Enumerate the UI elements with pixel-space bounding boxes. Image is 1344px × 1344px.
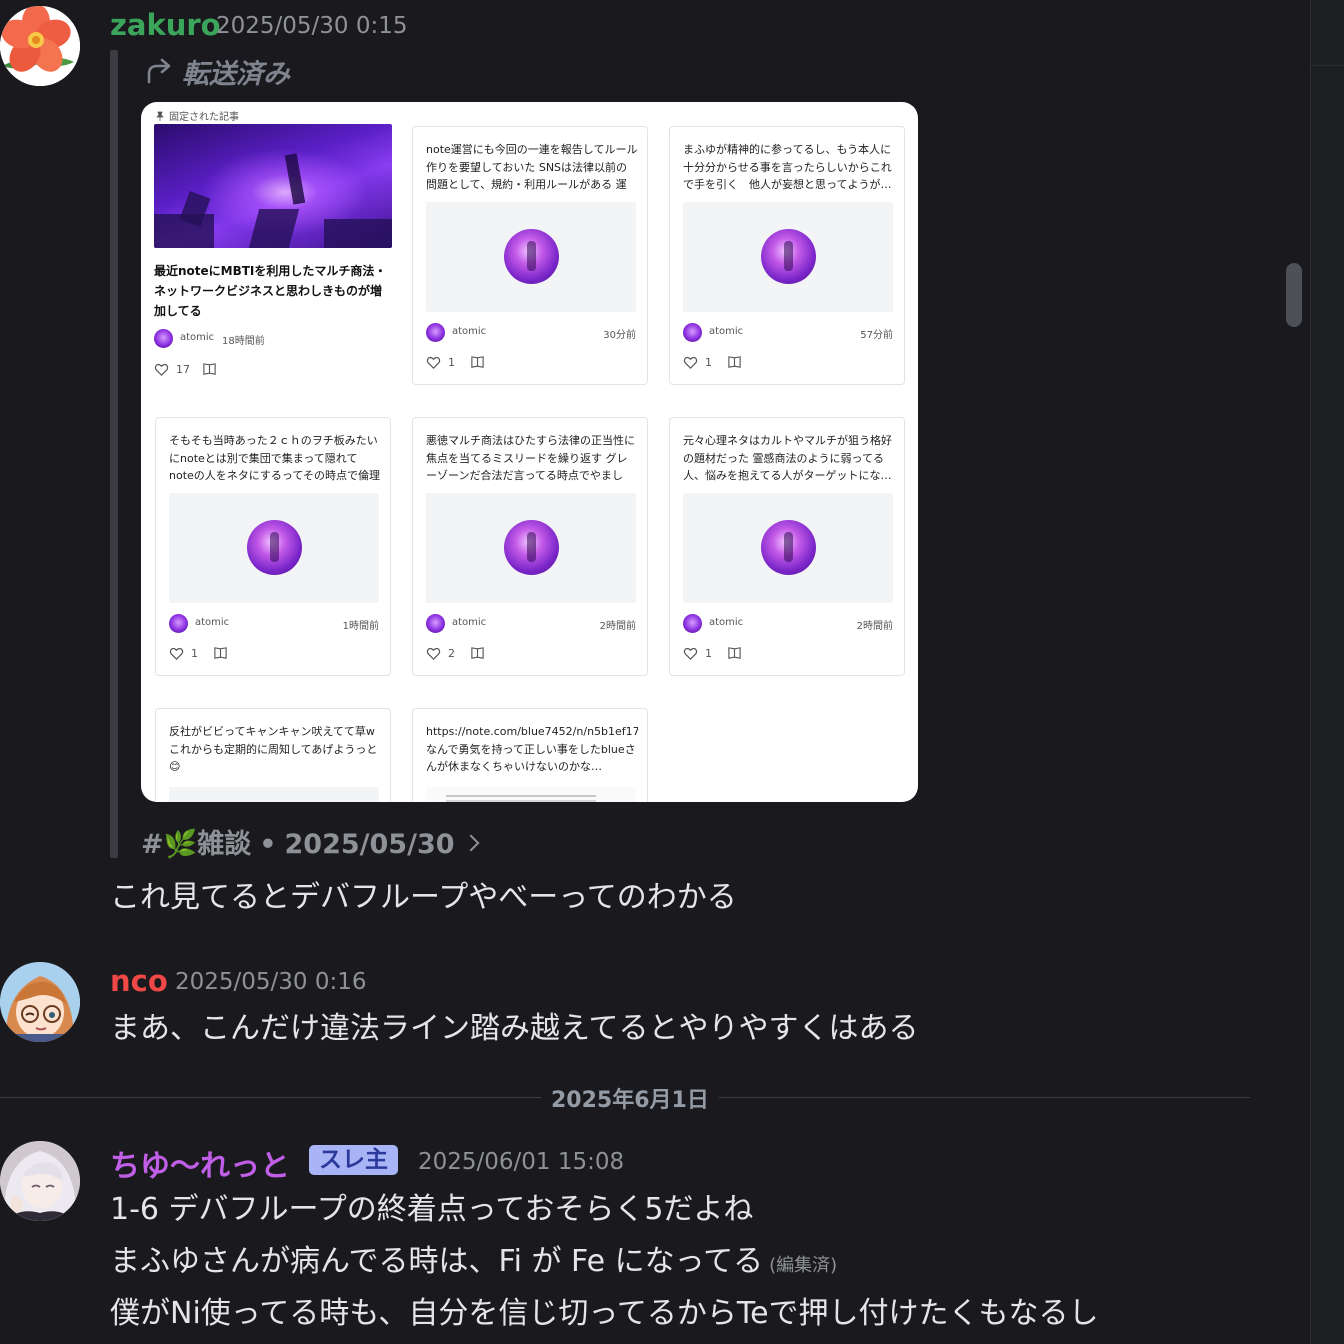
pin-icon (156, 111, 164, 121)
message-line-2: まふゆさんが病んでる時は、Fi が Fe になってる (編集済) (110, 1236, 837, 1280)
bookmark-icon (471, 647, 484, 659)
like-count: 17 (176, 363, 190, 376)
article-excerpt: 悪徳マルチ商法はひたすら法律の正当性に焦点を当てるミスリードを繰り返す グレーゾ… (426, 434, 635, 482)
thread-owner-badge: スレ主 (309, 1145, 398, 1175)
author-name: atomic (452, 617, 487, 628)
rail-divider (1311, 65, 1344, 66)
article-card[interactable]: まふゆが精神的に参ってるし、もう本人に十分分からせる事を言ったらしいからこれで手… (669, 126, 905, 385)
article-thumbnail (169, 787, 379, 802)
author-row: atomic 57分前 (683, 323, 893, 343)
bookmark-icon (471, 356, 484, 368)
author-row: atomic 1時間前 (169, 614, 379, 634)
author-name: atomic (709, 617, 744, 628)
scrollbar-thumb[interactable] (1286, 263, 1302, 327)
avatar-nco[interactable] (0, 962, 80, 1042)
featured-article-image (154, 124, 392, 248)
article-card[interactable]: そもそも当時あった２ｃｈのヲチ板みたいにnoteとは別で集団で集まって隠れてno… (155, 417, 391, 676)
forwarded-image-embed[interactable]: 固定された記事 最近noteにMBTIを利用したマルチ商法・ネットワークビジネス… (141, 102, 918, 802)
edited-label: (編集済) (769, 1255, 838, 1276)
article-thumbnail (683, 202, 893, 312)
heart-icon (426, 647, 441, 660)
flower-avatar-image (0, 6, 80, 86)
username-nco[interactable]: nco (110, 964, 168, 998)
article-thumbnail (683, 493, 893, 603)
message-line-1: 1-6 デバフループの終着点っておそらく5だよね (110, 1192, 754, 1227)
article-card[interactable]: 元々心理ネタはカルトやマルチが狙う格好の題材だった 霊感商法のように弱ってる人、… (669, 417, 905, 676)
author-name: atomic (709, 326, 744, 337)
article-excerpt: そもそも当時あった２ｃｈのヲチ板みたいにnoteとは別で集団で集まって隠れてno… (169, 434, 381, 482)
bookmark-icon (214, 647, 227, 659)
message-timestamp: 2025/05/30 0:16 (175, 969, 367, 995)
message-line-2-text: まふゆさんが病んでる時は、Fi が Fe になってる (110, 1244, 764, 1279)
date-divider-label: 2025年6月1日 (541, 1082, 719, 1114)
bookmark-icon (203, 363, 216, 375)
heart-icon (426, 356, 441, 369)
featured-article-title: 最近noteにMBTIを利用したマルチ商法・ネットワークビジネスと思わしきものが… (154, 264, 387, 318)
post-time: 57分前 (860, 330, 893, 341)
forwarded-label: 転送済み (182, 59, 290, 90)
article-excerpt: 元々心理ネタはカルトやマルチが狙う格好の題材だった 霊感商法のように弱ってる人、… (683, 434, 892, 482)
article-card[interactable]: 悪徳マルチ商法はひたすら法律の正当性に焦点を当てるミスリードを繰り返す グレーゾ… (412, 417, 648, 676)
like-count: 1 (191, 647, 198, 660)
article-excerpt: https://note.com/blue7452/n/n5b1ef17b8d3… (426, 725, 638, 773)
author-avatar (154, 329, 173, 348)
article-thumbnail (426, 202, 636, 312)
username-zakuro[interactable]: zakuro (110, 8, 221, 42)
bookmark-icon (728, 647, 741, 659)
username-chiyuretto[interactable]: ちゆ〜れっと (110, 1141, 290, 1185)
forward-bar (110, 50, 118, 858)
channel-name[interactable]: #🌿雑談 (141, 829, 251, 860)
forward-source[interactable]: #🌿雑談 • 2025/05/30 (141, 822, 480, 861)
message-text: これ見てるとデバフループやべーってのわかる (110, 880, 737, 915)
author-name: atomic (452, 326, 487, 337)
message-line-3: 僕がNi使ってる時も、自分を信じ切ってるからTeで押し付けたくもなるし (110, 1296, 1099, 1331)
author-name: atomic (195, 617, 230, 628)
post-time: 1時間前 (342, 621, 379, 632)
like-count: 2 (448, 647, 455, 660)
right-rail (1310, 0, 1344, 1344)
article-excerpt: まふゆが精神的に参ってるし、もう本人に十分分からせる事を言ったらしいからこれで手… (683, 143, 892, 191)
article-card[interactable]: note運営にも今回の一連を報告してルール作りを要望しておいた SNSは法律以前… (412, 126, 648, 385)
author-row: atomic 2時間前 (683, 614, 893, 634)
article-card[interactable]: https://note.com/blue7452/n/n5b1ef17b8d3… (412, 708, 648, 802)
post-time: 2時間前 (856, 621, 893, 632)
featured-author-row: atomic 18時間前 (154, 329, 392, 349)
article-excerpt: 反社がビビってキャンキャン吠えてて草w これからも定期的に周知してあげようっと … (169, 725, 378, 773)
anime-girl-avatar-image (0, 962, 80, 1042)
like-count: 1 (705, 647, 712, 660)
article-thumbnail (426, 493, 636, 603)
post-time: 18時間前 (222, 336, 265, 347)
character-avatar-image (0, 1141, 80, 1221)
article-card[interactable]: 反社がビビってキャンキャン吠えてて草w これからも定期的に周知してあげようっと … (155, 708, 391, 802)
heart-icon (169, 647, 184, 660)
author-name: atomic (180, 332, 215, 343)
source-date: 2025/05/30 (284, 829, 455, 860)
featured-article[interactable]: 最近noteにMBTIを利用したマルチ商法・ネットワークビジネスと思わしきものが… (154, 124, 392, 394)
like-count: 1 (705, 356, 712, 369)
heart-icon (683, 647, 698, 660)
message-timestamp: 2025/05/30 0:15 (216, 13, 408, 39)
message-timestamp: 2025/06/01 15:08 (418, 1149, 625, 1175)
author-row: atomic 2時間前 (426, 614, 636, 634)
article-thumbnail (169, 493, 379, 603)
pinned-text: 固定された記事 (169, 112, 239, 123)
heart-icon (154, 363, 169, 376)
avatar-chiyuretto[interactable] (0, 1141, 80, 1221)
source-separator: • (259, 829, 277, 860)
pinned-article-label: 固定された記事 (155, 108, 239, 123)
forward-arrow-icon (147, 58, 171, 84)
message-text: まあ、こんだけ違法ライン踏み越えてるとやりやすくはある (110, 1011, 919, 1046)
author-row: atomic 30分前 (426, 323, 636, 343)
post-time: 30分前 (603, 330, 636, 341)
bookmark-icon (728, 356, 741, 368)
article-thumbnail (426, 787, 636, 802)
chevron-right-icon[interactable] (462, 834, 480, 852)
like-count: 1 (448, 356, 455, 369)
post-time: 2時間前 (599, 621, 636, 632)
article-excerpt: note運営にも今回の一連を報告してルール作りを要望しておいた SNSは法律以前… (426, 143, 638, 191)
avatar-zakuro[interactable] (0, 6, 80, 86)
heart-icon (683, 356, 698, 369)
